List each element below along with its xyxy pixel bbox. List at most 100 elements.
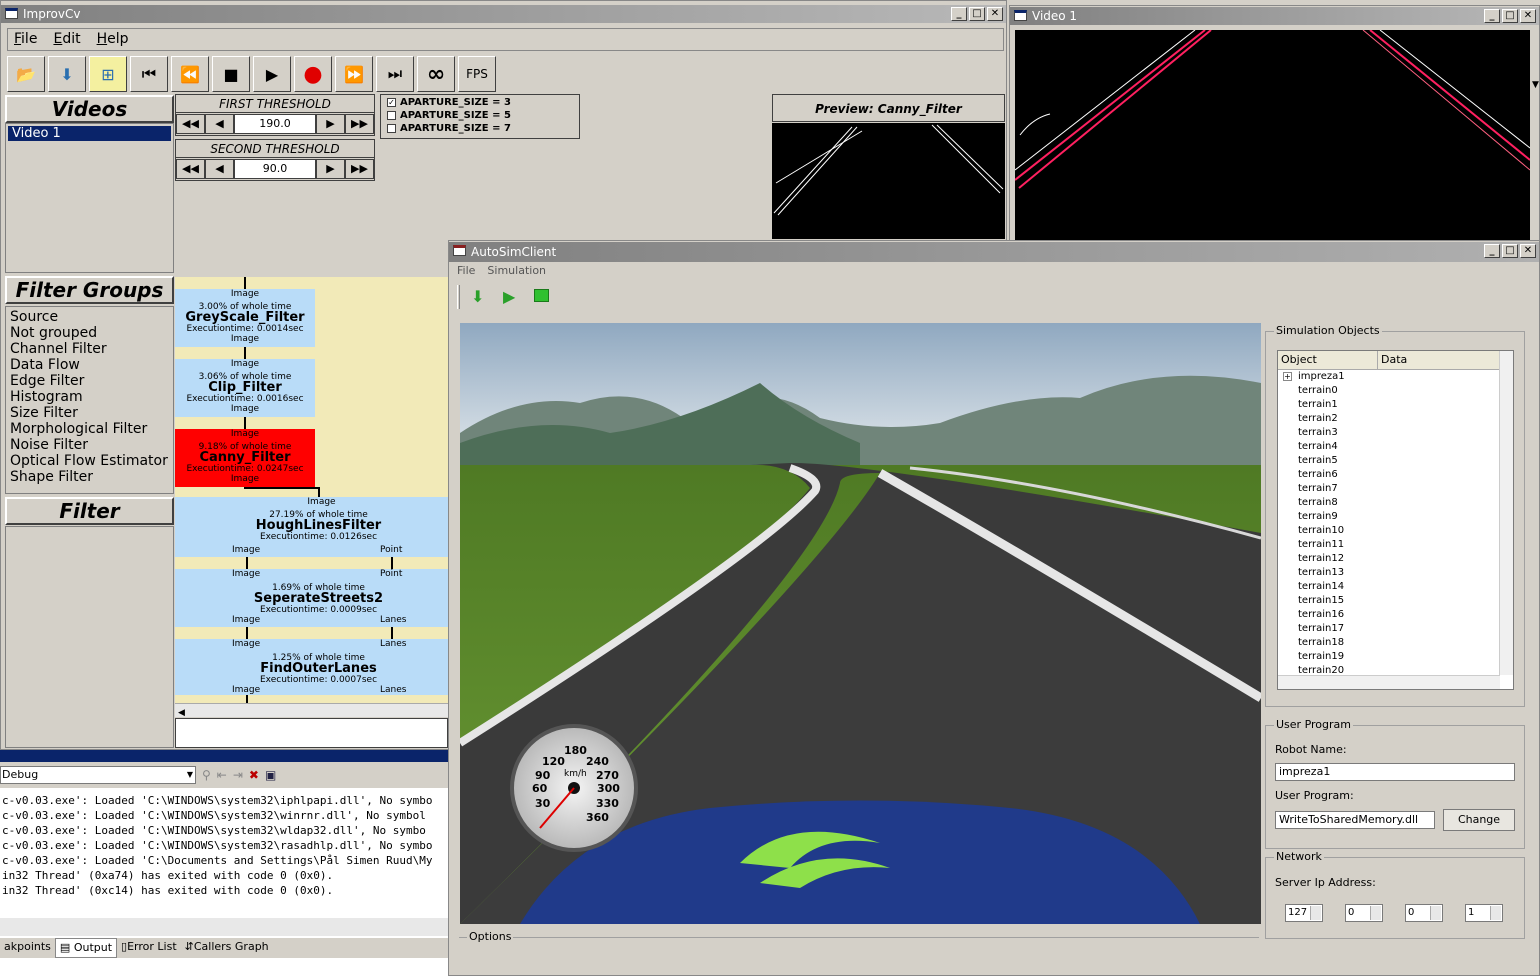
ip-octet-4[interactable]: 1	[1465, 904, 1503, 922]
robot-name-input[interactable]: impreza1	[1275, 763, 1515, 781]
tree-item[interactable]: terrain16	[1298, 608, 1513, 622]
minimize-button[interactable]: _	[1484, 244, 1500, 258]
fast-increase-button[interactable]: ▶▶	[345, 159, 374, 179]
fast-forward-button[interactable]: ⏩	[335, 56, 373, 92]
filter-graph[interactable]: Image 3.00% of whole time GreyScale_Filt…	[175, 277, 448, 703]
menu-help[interactable]: Help	[97, 29, 129, 50]
find-icon[interactable]: ⚲	[202, 768, 211, 782]
group-histogram[interactable]: Histogram	[6, 389, 173, 405]
increase-button[interactable]: ▶	[316, 159, 345, 179]
tree-item[interactable]: terrain0	[1298, 384, 1513, 398]
clear-all-icon[interactable]: ✖	[249, 768, 259, 782]
stop-icon[interactable]	[534, 289, 549, 302]
group-size-filter[interactable]: Size Filter	[6, 405, 173, 421]
play-button[interactable]: ▶	[253, 56, 291, 92]
decrease-button[interactable]: ◀	[205, 114, 234, 134]
scroll-left-icon[interactable]: ◀	[175, 708, 185, 718]
maximize-button[interactable]: □	[969, 7, 985, 21]
stop-button[interactable]: ■	[212, 56, 250, 92]
video1-titlebar[interactable]: Video 1 _ □ ✕	[1010, 7, 1539, 25]
menu-edit[interactable]: Edit	[53, 29, 80, 50]
scroll-down-icon[interactable]: ▼	[1532, 80, 1540, 98]
group-shape-filter[interactable]: Shape Filter	[6, 469, 173, 485]
tab-output[interactable]: ▤ Output	[54, 938, 118, 958]
loop-button[interactable]: ∞	[417, 56, 455, 92]
close-button[interactable]: ✕	[987, 7, 1003, 21]
decrease-button[interactable]: ◀	[205, 159, 234, 179]
filter-node[interactable]: Image 3.00% of whole time GreyScale_Filt…	[175, 289, 315, 347]
tree-item[interactable]: terrain11	[1298, 538, 1513, 552]
group-not-grouped[interactable]: Not grouped	[6, 325, 173, 341]
tree-item[interactable]: terrain13	[1298, 566, 1513, 580]
play-icon[interactable]: ▶	[503, 287, 515, 306]
minimize-button[interactable]: _	[1484, 9, 1500, 23]
filter-node[interactable]: Image 27.19% of whole time HoughLinesFil…	[175, 497, 448, 557]
group-edge-filter[interactable]: Edge Filter	[6, 373, 173, 389]
tree-item[interactable]: terrain3	[1298, 426, 1513, 440]
tree-item[interactable]: terrain4	[1298, 440, 1513, 454]
menu-simulation[interactable]: Simulation	[487, 264, 546, 277]
download-icon[interactable]: ⬇	[471, 287, 484, 306]
tree-hscrollbar[interactable]	[1278, 675, 1500, 689]
prev-message-icon[interactable]: ⇤	[217, 768, 227, 782]
fast-decrease-button[interactable]: ◀◀	[176, 114, 205, 134]
tree-item[interactable]: terrain12	[1298, 552, 1513, 566]
tree-item[interactable]: terrain1	[1298, 398, 1513, 412]
filter-node[interactable]: Image 3.06% of whole time Clip_Filter Ex…	[175, 359, 315, 417]
tree-item[interactable]: terrain6	[1298, 468, 1513, 482]
improvcv-titlebar[interactable]: ImprovCv _ □ ✕	[1, 5, 1006, 23]
last-frame-button[interactable]: ⏭	[376, 56, 414, 92]
close-button[interactable]: ✕	[1520, 9, 1536, 23]
tab-error-list[interactable]: ▯Error List	[117, 938, 181, 958]
fast-decrease-button[interactable]: ◀◀	[176, 159, 205, 179]
column-data[interactable]: Data	[1378, 351, 1407, 369]
tree-item[interactable]: terrain18	[1298, 636, 1513, 650]
aperture-5-checkbox[interactable]	[387, 111, 396, 120]
next-message-icon[interactable]: ⇥	[233, 768, 243, 782]
first-threshold-value[interactable]: 190.0	[234, 114, 316, 134]
ip-octet-3[interactable]: 0	[1405, 904, 1443, 922]
open-folder-button[interactable]: 📂	[7, 56, 45, 92]
fps-button[interactable]: FPS	[458, 56, 496, 92]
group-channel-filter[interactable]: Channel Filter	[6, 341, 173, 357]
aperture-5-option[interactable]: APARTURE_SIZE = 5	[381, 109, 579, 122]
fast-increase-button[interactable]: ▶▶	[345, 114, 374, 134]
aperture-7-checkbox[interactable]	[387, 124, 396, 133]
video-item[interactable]: Video 1	[8, 126, 171, 141]
objects-tree[interactable]: Object Data + impreza1 terrain0 terrain1…	[1277, 350, 1514, 690]
simulation-view[interactable]	[460, 323, 1261, 924]
tab-callers-graph[interactable]: ⇵Callers Graph	[181, 938, 273, 958]
group-morphological-filter[interactable]: Morphological Filter	[6, 421, 173, 437]
tree-item[interactable]: terrain9	[1298, 510, 1513, 524]
group-data-flow[interactable]: Data Flow	[6, 357, 173, 373]
output-hscroll[interactable]	[0, 918, 448, 936]
filter-node-selected[interactable]: Image 9.18% of whole time Canny_Filter E…	[175, 429, 315, 487]
ip-octet-2[interactable]: 0	[1345, 904, 1383, 922]
group-optical-flow[interactable]: Optical Flow Estimator	[6, 453, 173, 469]
second-threshold-value[interactable]: 90.0	[234, 159, 316, 179]
ip-octet-1[interactable]: 127	[1285, 904, 1323, 922]
aperture-7-option[interactable]: APARTURE_SIZE = 7	[381, 122, 579, 135]
tree-item[interactable]: terrain5	[1298, 454, 1513, 468]
minimize-button[interactable]: _	[951, 7, 967, 21]
group-source[interactable]: Source	[6, 309, 173, 325]
tree-item[interactable]: terrain7	[1298, 482, 1513, 496]
close-button[interactable]: ✕	[1520, 244, 1536, 258]
save-button[interactable]: ⬇	[48, 56, 86, 92]
output-config-dropdown[interactable]: Debug ▼	[0, 766, 196, 784]
tree-item[interactable]: terrain15	[1298, 594, 1513, 608]
aperture-3-checkbox[interactable]: ✓	[387, 98, 396, 107]
menu-file[interactable]: File	[457, 264, 475, 277]
tree-item[interactable]: terrain8	[1298, 496, 1513, 510]
tree-item[interactable]: terrain14	[1298, 580, 1513, 594]
tree-item[interactable]: terrain2	[1298, 412, 1513, 426]
word-wrap-icon[interactable]: ▣	[265, 768, 276, 782]
tree-item[interactable]: terrain17	[1298, 622, 1513, 636]
filter-node[interactable]: Image Point 1.69% of whole time Seperate…	[175, 569, 448, 627]
first-frame-button[interactable]: ⏮	[130, 56, 168, 92]
maximize-button[interactable]: □	[1502, 9, 1518, 23]
record-button[interactable]: ●	[294, 56, 332, 92]
user-program-input[interactable]: WriteToSharedMemory.dll	[1275, 811, 1435, 829]
tree-item[interactable]: terrain10	[1298, 524, 1513, 538]
menu-file[interactable]: File	[14, 29, 37, 50]
